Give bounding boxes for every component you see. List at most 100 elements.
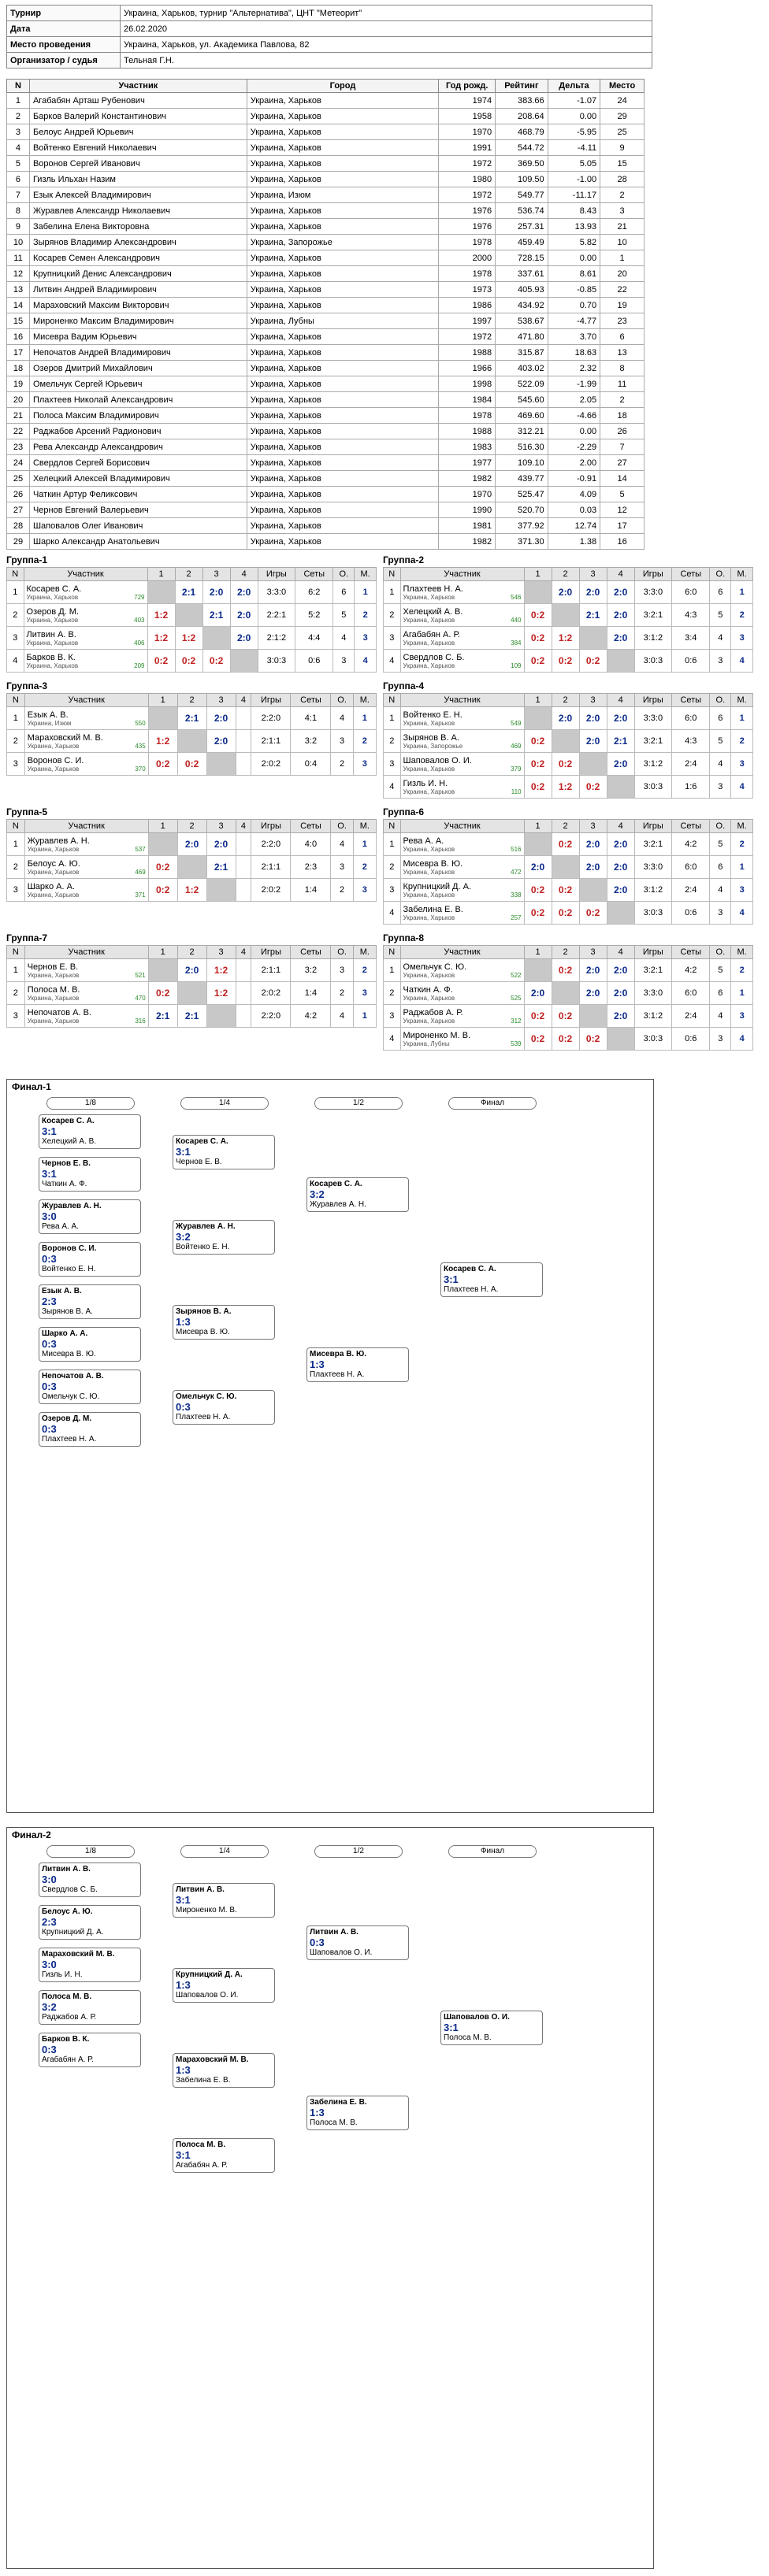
group-score-cell: 0:2: [551, 878, 580, 902]
group-col-header: М.: [352, 819, 377, 833]
player-cell: 8.43: [547, 202, 601, 219]
match-score: 1:3: [176, 2064, 191, 2076]
group-stat-cell: 2: [354, 603, 377, 627]
player-city-text: Украина, Харьков: [403, 616, 455, 624]
match-player-a: Журавлев А. Н.: [176, 1222, 236, 1231]
player-city: Украина, Харьков 549: [403, 720, 522, 727]
info-key: Дата: [6, 20, 121, 37]
player-cell: 5.82: [547, 234, 601, 250]
group-stat-cell: 5: [709, 832, 732, 856]
group-row: 3 Шарко А. А. Украина, Харьков 371 0:2 1:2 2:0…: [6, 878, 377, 902]
group-score-cell: [176, 729, 207, 753]
group-row: 1 Омельчук С. Ю. Украина, Харьков 522 0:2 2:0…: [383, 958, 753, 982]
group-col-header: N: [383, 693, 401, 707]
match-player-a: Езык А. В.: [42, 1287, 82, 1295]
player-cell: 19: [600, 297, 645, 313]
player-city: Украина, Харьков 435: [28, 743, 146, 750]
group-stat-cell: 6: [332, 580, 355, 604]
group-pos: 3: [383, 1004, 401, 1028]
player-cell: 538.67: [495, 313, 548, 329]
group-col-header: Участник: [399, 693, 525, 707]
player-cell: 516.30: [495, 439, 548, 455]
player-rating: 384: [511, 639, 522, 647]
player-city-text: Украина, Харьков: [26, 616, 79, 624]
group-stat-cell: 3: [330, 855, 354, 879]
player-cell: 27: [6, 502, 30, 518]
match-player-a: Зырянов В. А.: [176, 1307, 232, 1316]
match-player-b: Агабабян А. Р.: [42, 2055, 94, 2064]
player-cell: 23: [600, 313, 645, 329]
player-city: Украина, Лубны 539: [403, 1040, 522, 1047]
group-score-cell: 1:2: [174, 626, 203, 650]
group-table: N Участник 1 2 3 4 Игры Сеты О. М. 1 Плахтеев Н. А.…: [383, 567, 753, 673]
group-player: Шаповалов О. И. Украина, Харьков 379: [399, 752, 525, 776]
group-score-cell: 2:0: [578, 729, 607, 753]
group-row: 1 Плахтеев Н. А. Украина, Харьков 546 2:0 2:0…: [383, 580, 753, 604]
group-row: 3 Агабабян А. Р. Украина, Харьков 384 0:2 1:2…: [383, 626, 753, 650]
player-city-text: Украина, Харьков: [403, 845, 455, 853]
player-cell: -4.11: [547, 139, 601, 156]
player-city: Украина, Харьков 384: [403, 639, 522, 647]
player-cell: 18: [600, 407, 645, 424]
match-slot: Косарев С. А. 3:2 Журавлев А. Н.: [306, 1177, 409, 1212]
group-stat-cell: 3: [730, 626, 753, 650]
group-row: 2 Мисевра В. Ю. Украина, Харьков 472 2:0 2:0 2…: [383, 855, 753, 879]
group-pos: 1: [383, 706, 401, 730]
player-cell: 1998: [438, 376, 496, 392]
group-pos: 3: [383, 626, 401, 650]
player-cell: 369.50: [495, 155, 548, 172]
group-header-row: N Участник 1 2 3 4 Игры Сеты О. М.: [6, 819, 377, 833]
group-stat-cell: 2:1:1: [251, 729, 292, 753]
player-city-text: Украина, Харьков: [403, 593, 455, 601]
player-rating: 521: [135, 971, 146, 979]
group-stat-cell: 3:4: [671, 626, 711, 650]
group-col-header: М.: [730, 819, 753, 833]
group-stat-cell: 2:0:2: [251, 878, 292, 902]
match-slot: Белоус А. Ю. 2:3 Крупницкий Д. А.: [39, 1905, 141, 1940]
player-cell: 29: [6, 533, 30, 550]
group-stat-cell: 3:3:0: [633, 580, 673, 604]
match-player-b: Раджабов А. Р.: [42, 2013, 97, 2022]
group-stat-cell: 4: [354, 649, 377, 673]
tournament-info: Турнир Украина, Харьков, турнир "Альтерна…: [6, 5, 652, 69]
group-stat-cell: 3:0:3: [633, 1027, 673, 1051]
group-score-cell: 1:2: [551, 775, 580, 799]
group-stat-cell: 2: [730, 603, 753, 627]
group-stat-cell: 0:6: [671, 901, 711, 925]
group-score-cell: 2:0: [606, 1004, 635, 1028]
group-score-cell: [235, 706, 252, 730]
player-cell: 1958: [438, 108, 496, 124]
group-stat-cell: 3: [330, 729, 354, 753]
group-stat-cell: 4:0: [290, 832, 332, 856]
group-col-header: 2: [176, 693, 207, 707]
player-cell: 13.93: [547, 218, 601, 235]
group-score-cell: 1:2: [176, 878, 207, 902]
player-cell: 14: [600, 470, 645, 487]
group-title: Группа-8: [383, 932, 425, 943]
group-stat-cell: 3: [709, 649, 732, 673]
group-score-cell: 2:0: [606, 832, 635, 856]
match-score: 3:1: [42, 1168, 57, 1180]
player-city: Украина, Харьков 209: [27, 662, 145, 669]
match-player-a: Журавлев А. Н.: [42, 1202, 102, 1210]
player-cell: -1.00: [547, 171, 601, 187]
player-cell: 10: [600, 234, 645, 250]
player-list-header: N Участник Город Год рожд. Рейтинг Дельт…: [6, 79, 645, 93]
player-rating: 550: [135, 719, 146, 727]
match-score: 0:3: [310, 1937, 325, 1948]
match-player-b: Рева А. А.: [42, 1222, 80, 1231]
match-player-a: Чернов Е. В.: [42, 1159, 91, 1168]
player-cell: 26: [600, 423, 645, 439]
group-stat-cell: 3: [330, 958, 354, 982]
match-player-b: Омельчук С. Ю.: [42, 1392, 100, 1401]
group-player: Мисевра В. Ю. Украина, Харьков 472: [399, 855, 525, 879]
player-rating: 379: [511, 765, 522, 773]
group-pos: 2: [6, 855, 25, 879]
match-player-b: Мироненко М. В.: [176, 1906, 237, 1914]
group-score-cell: 0:2: [147, 649, 176, 673]
match-player-b: Мисевра В. Ю.: [176, 1328, 230, 1336]
group-score-cell: 0:2: [523, 878, 552, 902]
match-slot: Мараховский М. В. 3:0 Гизль И. Н.: [39, 1948, 141, 1982]
group-stat-cell: 4:1: [290, 706, 332, 730]
group-stat-cell: 2:4: [671, 1004, 711, 1028]
